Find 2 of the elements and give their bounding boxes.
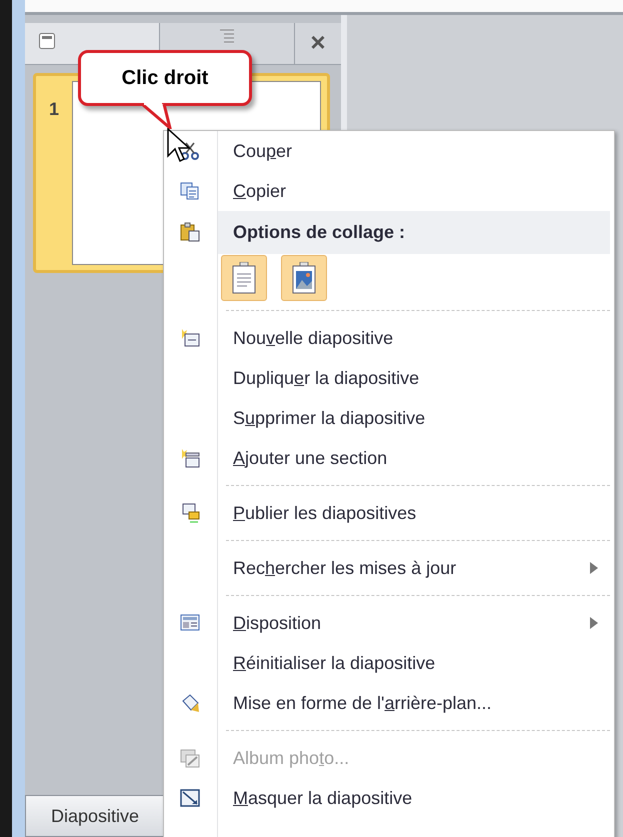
paste-options-header: Options de collage : [218, 210, 610, 254]
slide-number: 1 [48, 98, 60, 121]
